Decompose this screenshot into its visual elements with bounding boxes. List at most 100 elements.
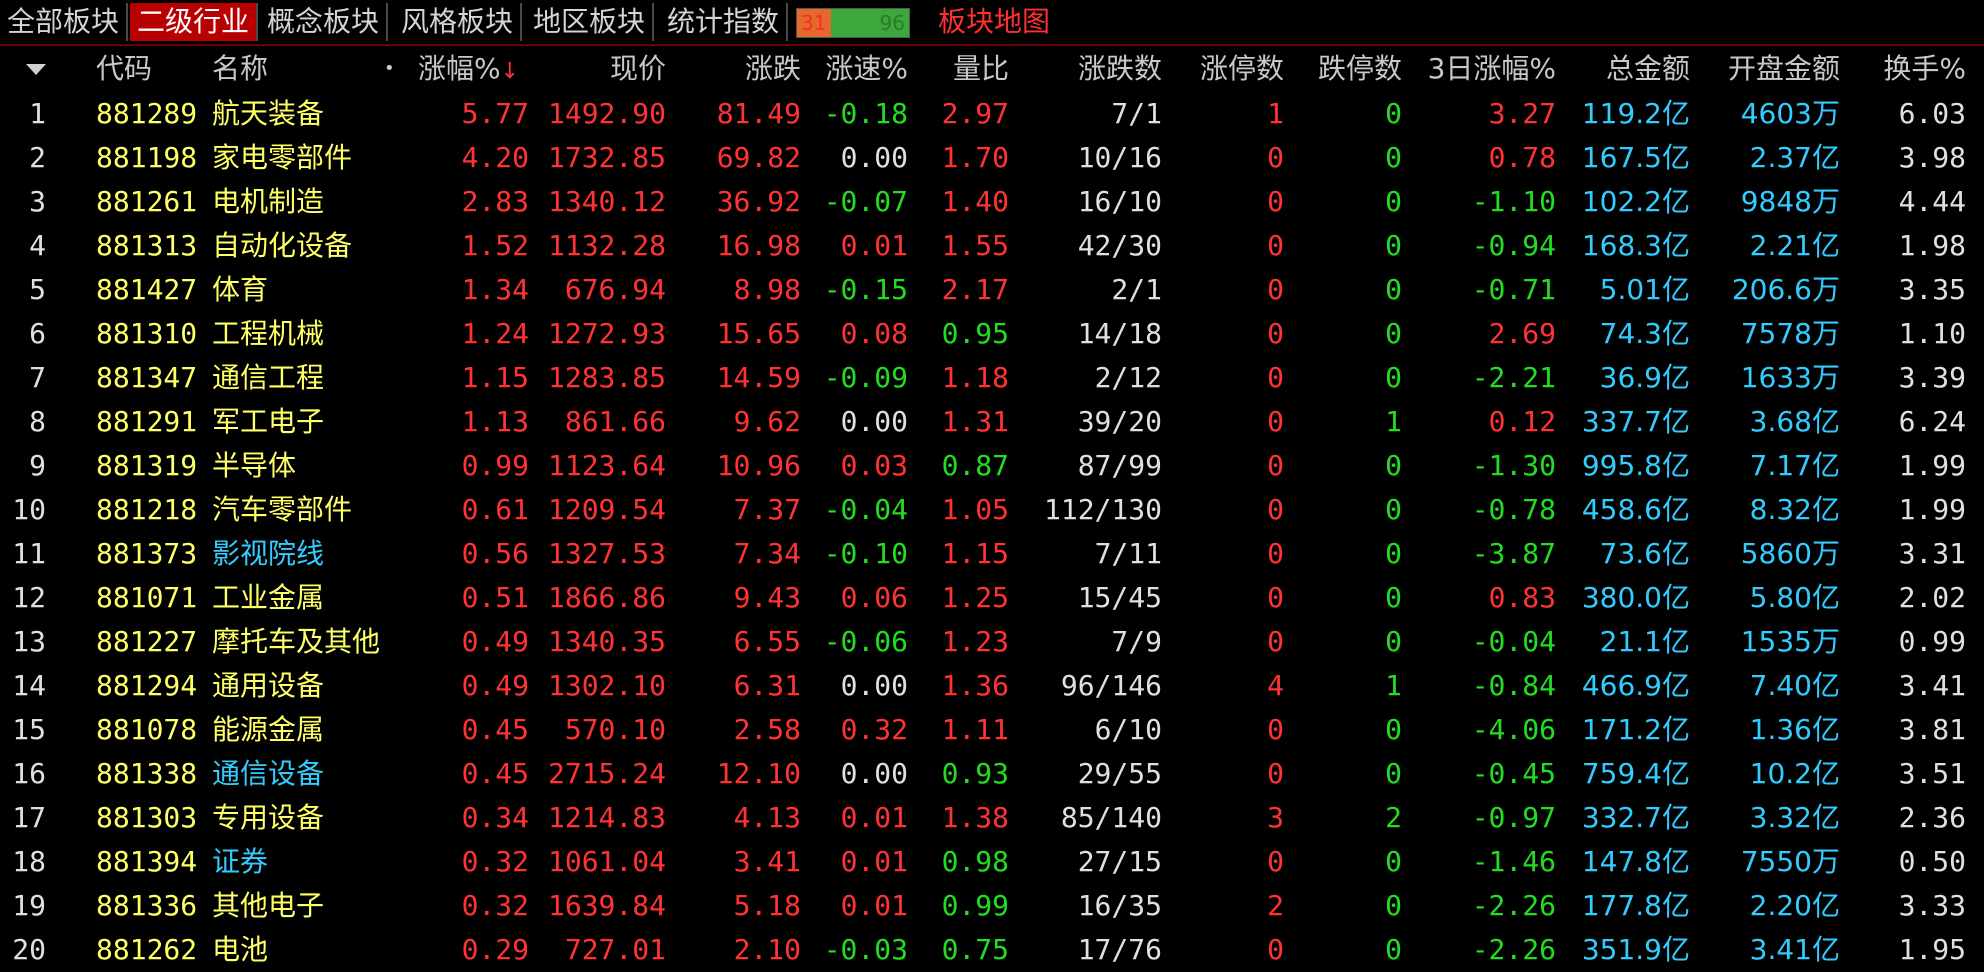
sector-code[interactable]: 881262 (96, 928, 197, 972)
header-turnover[interactable]: 换手% (1883, 46, 1966, 92)
table-row[interactable]: 13 881227 摩托车及其他 0.49 1340.35 6.55 -0.06 1.23 7/… (0, 620, 1984, 664)
table-row[interactable]: 5 881427 体育 1.34 676.94 8.98 -0.15 2.17 2/1 0 0 -0.… (0, 268, 1984, 312)
limit-up-count: 0 (1267, 713, 1284, 746)
sector-name[interactable]: 其他电子 (212, 884, 324, 928)
table-row[interactable]: 10 881218 汽车零部件 0.61 1209.54 7.37 -0.04 1.05 112… (0, 488, 1984, 532)
table-row[interactable]: 20 881262 电池 0.29 727.01 2.10 -0.03 0.75 17/76 0 0… (0, 928, 1984, 972)
table-row[interactable]: 15 881078 能源金属 0.45 570.10 2.58 0.32 1.11 6/10 0 0… (0, 708, 1984, 752)
sector-code[interactable]: 881373 (96, 532, 197, 576)
sector-name[interactable]: 电池 (212, 928, 268, 972)
table-row[interactable]: 18 881394 证券 0.32 1061.04 3.41 0.01 0.98 27/15 0 0… (0, 840, 1984, 884)
sector-name[interactable]: 证券 (212, 840, 268, 884)
sector-map-link[interactable]: 板块地图 (938, 3, 1050, 41)
up-count: 31 (801, 11, 827, 35)
row-index: 2 (29, 141, 46, 174)
header-volratio[interactable]: 量比 (953, 46, 1009, 92)
limit-down-count: 0 (1385, 625, 1402, 658)
table-row[interactable]: 11 881373 影视院线 0.56 1327.53 7.34 -0.10 1.15 7/11… (0, 532, 1984, 576)
sector-code[interactable]: 881227 (96, 620, 197, 664)
sector-code[interactable]: 881394 (96, 840, 197, 884)
table-row[interactable]: 12 881071 工业金属 0.51 1866.86 9.43 0.06 1.25 15/45… (0, 576, 1984, 620)
sector-name[interactable]: 能源金属 (212, 708, 324, 752)
sector-name[interactable]: 自动化设备 (212, 224, 352, 268)
header-updown[interactable]: 涨跌数 (1078, 46, 1162, 92)
header-open-amount[interactable]: 开盘金额 (1728, 46, 1840, 92)
sector-name[interactable]: 专用设备 (212, 796, 324, 840)
header-name[interactable]: 名称 (212, 46, 268, 92)
total-amount: 147.8亿 (1581, 845, 1690, 878)
table-row[interactable]: 9 881319 半导体 0.99 1123.64 10.96 0.03 0.87 87/99 0… (0, 444, 1984, 488)
table-row[interactable]: 8 881291 军工电子 1.13 861.66 9.62 0.00 1.31 39/20 0 1… (0, 400, 1984, 444)
limit-up-count: 0 (1267, 361, 1284, 394)
up-down-ratio-bar[interactable]: 31 96 (796, 8, 910, 38)
three-day-change: -2.26 (1471, 933, 1556, 966)
sector-code[interactable]: 881347 (96, 356, 197, 400)
volume-ratio: 1.25 (941, 581, 1009, 614)
column-menu-dropdown-icon[interactable] (26, 64, 46, 75)
total-amount: 36.9亿 (1599, 361, 1690, 394)
sector-code[interactable]: 881218 (96, 488, 197, 532)
table-row[interactable]: 3 881261 电机制造 2.83 1340.12 36.92 -0.07 1.40 16/1… (0, 180, 1984, 224)
header-limitup[interactable]: 涨停数 (1200, 46, 1284, 92)
change-speed: 0.08 (840, 317, 908, 350)
sector-code[interactable]: 881336 (96, 884, 197, 928)
header-pct[interactable]: 涨幅%↓ (418, 46, 519, 92)
header-change[interactable]: 涨跌 (745, 46, 801, 92)
sector-name[interactable]: 摩托车及其他 (212, 620, 380, 664)
up-down-count: 96/146 (1060, 669, 1162, 702)
sector-name[interactable]: 电机制造 (212, 180, 324, 224)
table-row[interactable]: 14 881294 通用设备 0.49 1302.10 6.31 0.00 1.36 96/14… (0, 664, 1984, 708)
sector-code[interactable]: 881303 (96, 796, 197, 840)
sector-code[interactable]: 881313 (96, 224, 197, 268)
tab-concept-sectors[interactable]: 概念板块 (260, 3, 388, 41)
sector-name[interactable]: 汽车零部件 (212, 488, 352, 532)
sector-code[interactable]: 881294 (96, 664, 197, 708)
sector-code[interactable]: 881078 (96, 708, 197, 752)
table-row[interactable]: 16 881338 通信设备 0.45 2715.24 12.10 0.00 0.93 29/5… (0, 752, 1984, 796)
tab-all-sectors[interactable]: 全部板块 (0, 3, 128, 41)
open-amount: 2.20亿 (1749, 889, 1840, 922)
tab-region-sectors[interactable]: 地区板块 (526, 3, 654, 41)
sector-name[interactable]: 军工电子 (212, 400, 324, 444)
header-speed[interactable]: 涨速% (825, 46, 908, 92)
sector-code[interactable]: 881071 (96, 576, 197, 620)
header-limitdown[interactable]: 跌停数 (1318, 46, 1402, 92)
sector-code[interactable]: 881338 (96, 752, 197, 796)
table-row[interactable]: 6 881310 工程机械 1.24 1272.93 15.65 0.08 0.95 14/18… (0, 312, 1984, 356)
sector-name[interactable]: 体育 (212, 268, 268, 312)
table-row[interactable]: 1 881289 航天装备 5.77 1492.90 81.49 -0.18 2.97 7/1 1… (0, 92, 1984, 136)
tab-style-sectors[interactable]: 风格板块 (394, 3, 522, 41)
sector-code[interactable]: 881291 (96, 400, 197, 444)
table-row[interactable]: 7 881347 通信工程 1.15 1283.85 14.59 -0.09 1.18 2/12… (0, 356, 1984, 400)
volume-ratio: 0.95 (941, 317, 1009, 350)
table-row[interactable]: 2 881198 家电零部件 4.20 1732.85 69.82 0.00 1.70 10/1… (0, 136, 1984, 180)
sector-name[interactable]: 半导体 (212, 444, 296, 488)
sector-code[interactable]: 881261 (96, 180, 197, 224)
tab-secondary-industry[interactable]: 二级行业 (130, 3, 258, 41)
sector-code[interactable]: 881427 (96, 268, 197, 312)
change-percent: 5.77 (461, 97, 529, 130)
current-price: 1866.86 (547, 581, 666, 614)
header-code[interactable]: 代码 (96, 46, 152, 92)
header-amount[interactable]: 总金额 (1606, 46, 1690, 92)
sector-name[interactable]: 通信设备 (212, 752, 324, 796)
table-row[interactable]: 4 881313 自动化设备 1.52 1132.28 16.98 0.01 1.55 42/3… (0, 224, 1984, 268)
sector-code[interactable]: 881310 (96, 312, 197, 356)
sector-name[interactable]: 通信工程 (212, 356, 324, 400)
sector-name[interactable]: 通用设备 (212, 664, 324, 708)
sector-code[interactable]: 881319 (96, 444, 197, 488)
sector-name[interactable]: 工程机械 (212, 312, 324, 356)
sector-name[interactable]: 家电零部件 (212, 136, 352, 180)
table-row[interactable]: 19 881336 其他电子 0.32 1639.84 5.18 0.01 0.99 16/35… (0, 884, 1984, 928)
sort-desc-icon: ↓ (500, 59, 519, 84)
sector-name[interactable]: 航天装备 (212, 92, 324, 136)
sector-name[interactable]: 工业金属 (212, 576, 324, 620)
sector-name[interactable]: 影视院线 (212, 532, 324, 576)
header-price[interactable]: 现价 (610, 46, 666, 92)
change-percent: 0.45 (461, 713, 529, 746)
sector-code[interactable]: 881198 (96, 136, 197, 180)
tab-statistic-index[interactable]: 统计指数 (660, 3, 788, 41)
header-pct3d[interactable]: 3日涨幅% (1428, 46, 1556, 92)
sector-code[interactable]: 881289 (96, 92, 197, 136)
table-row[interactable]: 17 881303 专用设备 0.34 1214.83 4.13 0.01 1.38 85/14… (0, 796, 1984, 840)
